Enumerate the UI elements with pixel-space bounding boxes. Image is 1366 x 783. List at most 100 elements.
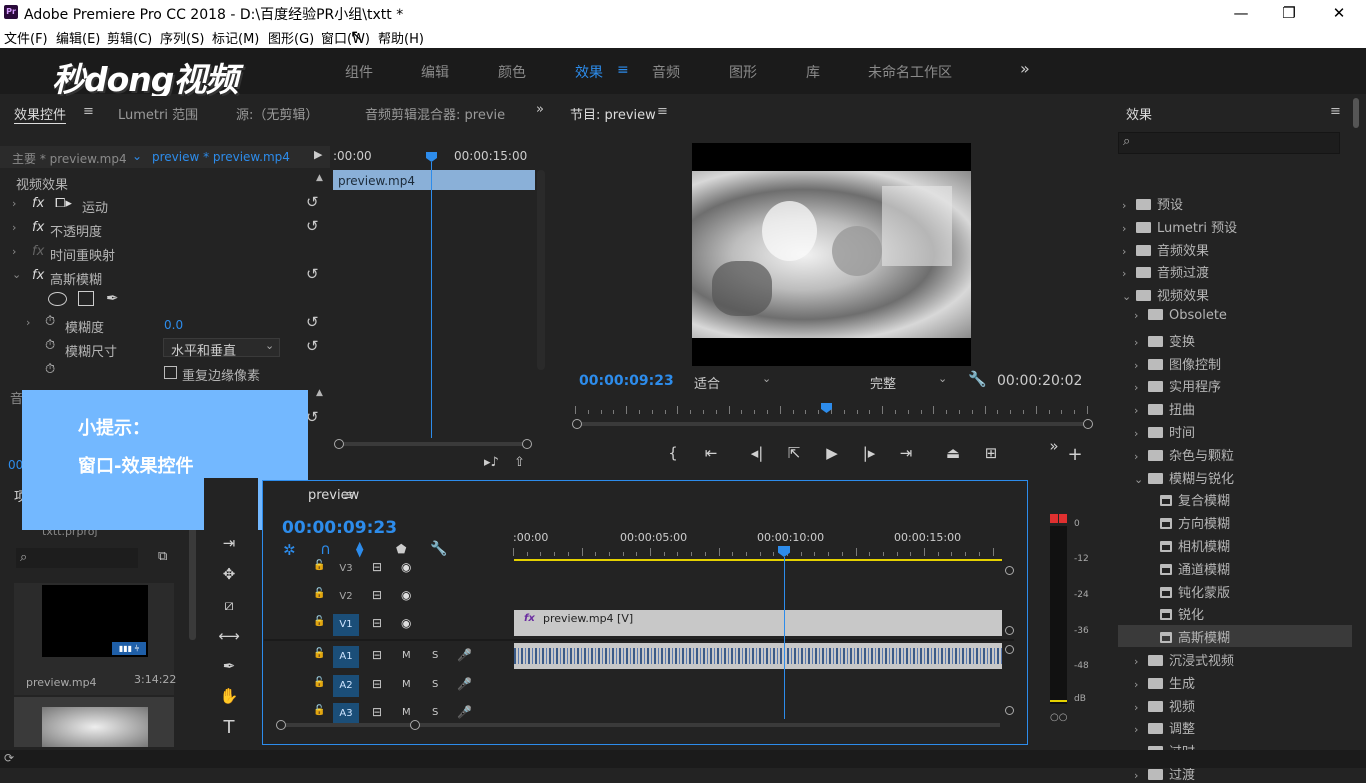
track-select-tool-icon[interactable]: ⇥ bbox=[218, 534, 240, 552]
pen-mask-icon[interactable]: ✒ bbox=[106, 289, 119, 307]
sync-lock-icon[interactable]: ⊟ bbox=[372, 588, 382, 602]
clip-indicator-right[interactable] bbox=[1059, 514, 1067, 523]
type-tool-icon[interactable]: T bbox=[218, 717, 240, 738]
program-current-timecode[interactable]: 00:00:09:23 bbox=[579, 373, 674, 389]
mark-in-icon[interactable]: { bbox=[662, 444, 684, 462]
effect-tree-item[interactable]: › 调整 bbox=[1134, 718, 1195, 737]
tab-program[interactable]: 节目: preview bbox=[570, 104, 656, 123]
program-zoom-handle-right[interactable] bbox=[1083, 419, 1093, 429]
step-back-icon[interactable]: ◂| bbox=[746, 444, 768, 462]
effect-tree-item[interactable]: › 音频过渡 bbox=[1122, 262, 1209, 281]
play-only-icon[interactable]: ▶ bbox=[314, 148, 322, 161]
expand-icon[interactable]: › bbox=[1122, 267, 1136, 280]
timeline-zoom-bar[interactable] bbox=[282, 723, 1000, 727]
ec-zoom-handle-right[interactable] bbox=[522, 439, 532, 449]
expand-icon[interactable]: › bbox=[1134, 678, 1148, 691]
ellipse-mask-icon[interactable] bbox=[48, 292, 67, 306]
mute-track-button[interactable]: M bbox=[402, 650, 411, 661]
solo-toggles-icon[interactable]: ○○ bbox=[1050, 712, 1067, 723]
expand-opacity-icon[interactable]: › bbox=[12, 221, 16, 234]
ripple-edit-tool-icon[interactable]: ✥ bbox=[218, 565, 240, 583]
wrench-settings-icon[interactable]: 🔧 bbox=[968, 370, 987, 388]
voiceover-mic-icon[interactable]: 🎤 bbox=[457, 677, 472, 691]
expand-icon[interactable]: › bbox=[1134, 404, 1148, 417]
menu-marker[interactable]: 标记(M) bbox=[212, 28, 259, 47]
effect-tree-item[interactable]: › 生成 bbox=[1134, 673, 1195, 692]
menu-edit[interactable]: 编辑(E) bbox=[56, 28, 100, 47]
nest-icon[interactable]: ✲ bbox=[283, 541, 296, 559]
effect-tree-item[interactable]: › 沉浸式视频 bbox=[1134, 650, 1234, 669]
tab-effect-controls[interactable]: 效果控件 bbox=[14, 104, 67, 124]
effect-tree-item[interactable]: 锐化 bbox=[1146, 604, 1204, 623]
hand-tool-icon[interactable]: ✋ bbox=[218, 687, 240, 705]
panel-menu-icon[interactable]: ≡ bbox=[83, 104, 94, 119]
effect-tree-item[interactable]: › 变换 bbox=[1134, 331, 1195, 350]
solo-track-button[interactable]: S bbox=[432, 679, 438, 690]
more-buttons-icon[interactable]: » bbox=[1043, 437, 1065, 455]
reset-icon[interactable]: ↺ bbox=[306, 313, 319, 331]
tab-audio-clip-mixer[interactable]: 音频剪辑混合器: previe bbox=[365, 104, 511, 123]
track-label-a3[interactable]: A3 bbox=[333, 703, 359, 725]
new-bin-icon[interactable]: ⧉ bbox=[158, 549, 167, 564]
reset-icon[interactable]: ↺ bbox=[306, 337, 319, 355]
solo-track-button[interactable]: S bbox=[432, 650, 438, 661]
rectangle-mask-icon[interactable] bbox=[78, 291, 94, 306]
effect-gaussian-blur[interactable]: 高斯模糊 bbox=[50, 269, 102, 288]
lock-track-icon[interactable]: 🔓 bbox=[313, 616, 325, 627]
sync-lock-icon[interactable]: ⊟ bbox=[372, 705, 382, 719]
add-button-icon[interactable]: + bbox=[1064, 444, 1086, 465]
expand-icon[interactable]: › bbox=[1134, 723, 1148, 736]
effect-tree-item[interactable]: 钝化蒙版 bbox=[1146, 582, 1230, 601]
expand-time-remap-icon[interactable]: › bbox=[12, 245, 16, 258]
effect-tree-item[interactable]: ⌄ 模糊与锐化 bbox=[1134, 468, 1234, 487]
effect-tree-item[interactable]: › 视频 bbox=[1134, 696, 1195, 715]
v-scroll-handle[interactable] bbox=[1005, 566, 1014, 575]
panel-menu-icon[interactable]: ≡ bbox=[657, 104, 668, 119]
clip-dropdown-arrow-icon[interactable]: ⌄ bbox=[132, 149, 142, 163]
tab-lumetri-scopes[interactable]: Lumetri 范围 bbox=[118, 104, 198, 123]
ec-zoom-bar[interactable] bbox=[337, 442, 531, 446]
fx-badge-icon[interactable]: fx bbox=[32, 196, 44, 211]
workspace-editing[interactable]: 编辑 bbox=[421, 62, 449, 82]
workspace-effects[interactable]: 效果 bbox=[575, 62, 603, 82]
loop-icon[interactable]: ⇱ bbox=[783, 444, 805, 462]
program-video-frame[interactable] bbox=[692, 143, 971, 366]
fx-badge-icon[interactable]: fx bbox=[32, 268, 44, 283]
go-to-in-icon[interactable]: ⇤ bbox=[700, 444, 722, 462]
play-icon[interactable]: ▶ bbox=[821, 444, 843, 462]
project-search-input[interactable] bbox=[16, 548, 138, 568]
collapse-up-icon[interactable]: ▲ bbox=[316, 388, 323, 398]
sync-lock-icon[interactable]: ⊟ bbox=[372, 560, 382, 574]
track-label-v1[interactable]: V1 bbox=[333, 614, 359, 636]
ec-zoom-handle-left[interactable] bbox=[334, 439, 344, 449]
lock-track-icon[interactable]: 🔓 bbox=[313, 677, 325, 688]
voiceover-mic-icon[interactable]: 🎤 bbox=[457, 705, 472, 719]
v-scroll-handle[interactable] bbox=[1005, 626, 1014, 635]
fx-badge-icon[interactable]: fx bbox=[32, 220, 44, 235]
extract-icon[interactable]: ⊞ bbox=[980, 444, 1002, 462]
audio-clip-a1[interactable] bbox=[514, 643, 1002, 669]
expand-icon[interactable]: › bbox=[1134, 381, 1148, 394]
voiceover-mic-icon[interactable]: 🎤 bbox=[457, 648, 472, 662]
collapse-icon[interactable]: ⌄ bbox=[1122, 290, 1136, 303]
effect-tree-item[interactable]: › 杂色与颗粒 bbox=[1134, 445, 1234, 464]
effect-tree-item[interactable]: › 图像控制 bbox=[1134, 354, 1221, 373]
lift-icon[interactable]: ⏏ bbox=[942, 444, 964, 462]
menu-file[interactable]: 文件(F) bbox=[4, 28, 48, 47]
solo-track-button[interactable]: S bbox=[432, 707, 438, 718]
clip-indicator-left[interactable] bbox=[1050, 514, 1058, 523]
expand-icon[interactable]: › bbox=[1134, 769, 1148, 782]
menu-help[interactable]: 帮助(H) bbox=[378, 28, 424, 47]
menu-clip[interactable]: 剪辑(C) bbox=[107, 28, 152, 47]
track-label-v3[interactable]: V3 bbox=[333, 558, 359, 580]
effect-tree-item[interactable]: › 音频效果 bbox=[1122, 240, 1209, 259]
effect-tree-item[interactable]: › 实用程序 bbox=[1134, 376, 1221, 395]
maximize-button[interactable]: ❐ bbox=[1266, 0, 1312, 26]
effect-time-remap[interactable]: 时间重映射 bbox=[50, 245, 115, 264]
track-label-a1[interactable]: A1 bbox=[333, 646, 359, 668]
effect-tree-item[interactable]: ⌄ 视频效果 bbox=[1122, 285, 1209, 304]
effect-tree-item[interactable]: 方向模糊 bbox=[1146, 513, 1230, 532]
mute-track-button[interactable]: M bbox=[402, 707, 411, 718]
effect-tree-item[interactable]: › Lumetri 预设 bbox=[1122, 217, 1237, 236]
timeline-zoom-handle-left[interactable] bbox=[276, 720, 286, 730]
